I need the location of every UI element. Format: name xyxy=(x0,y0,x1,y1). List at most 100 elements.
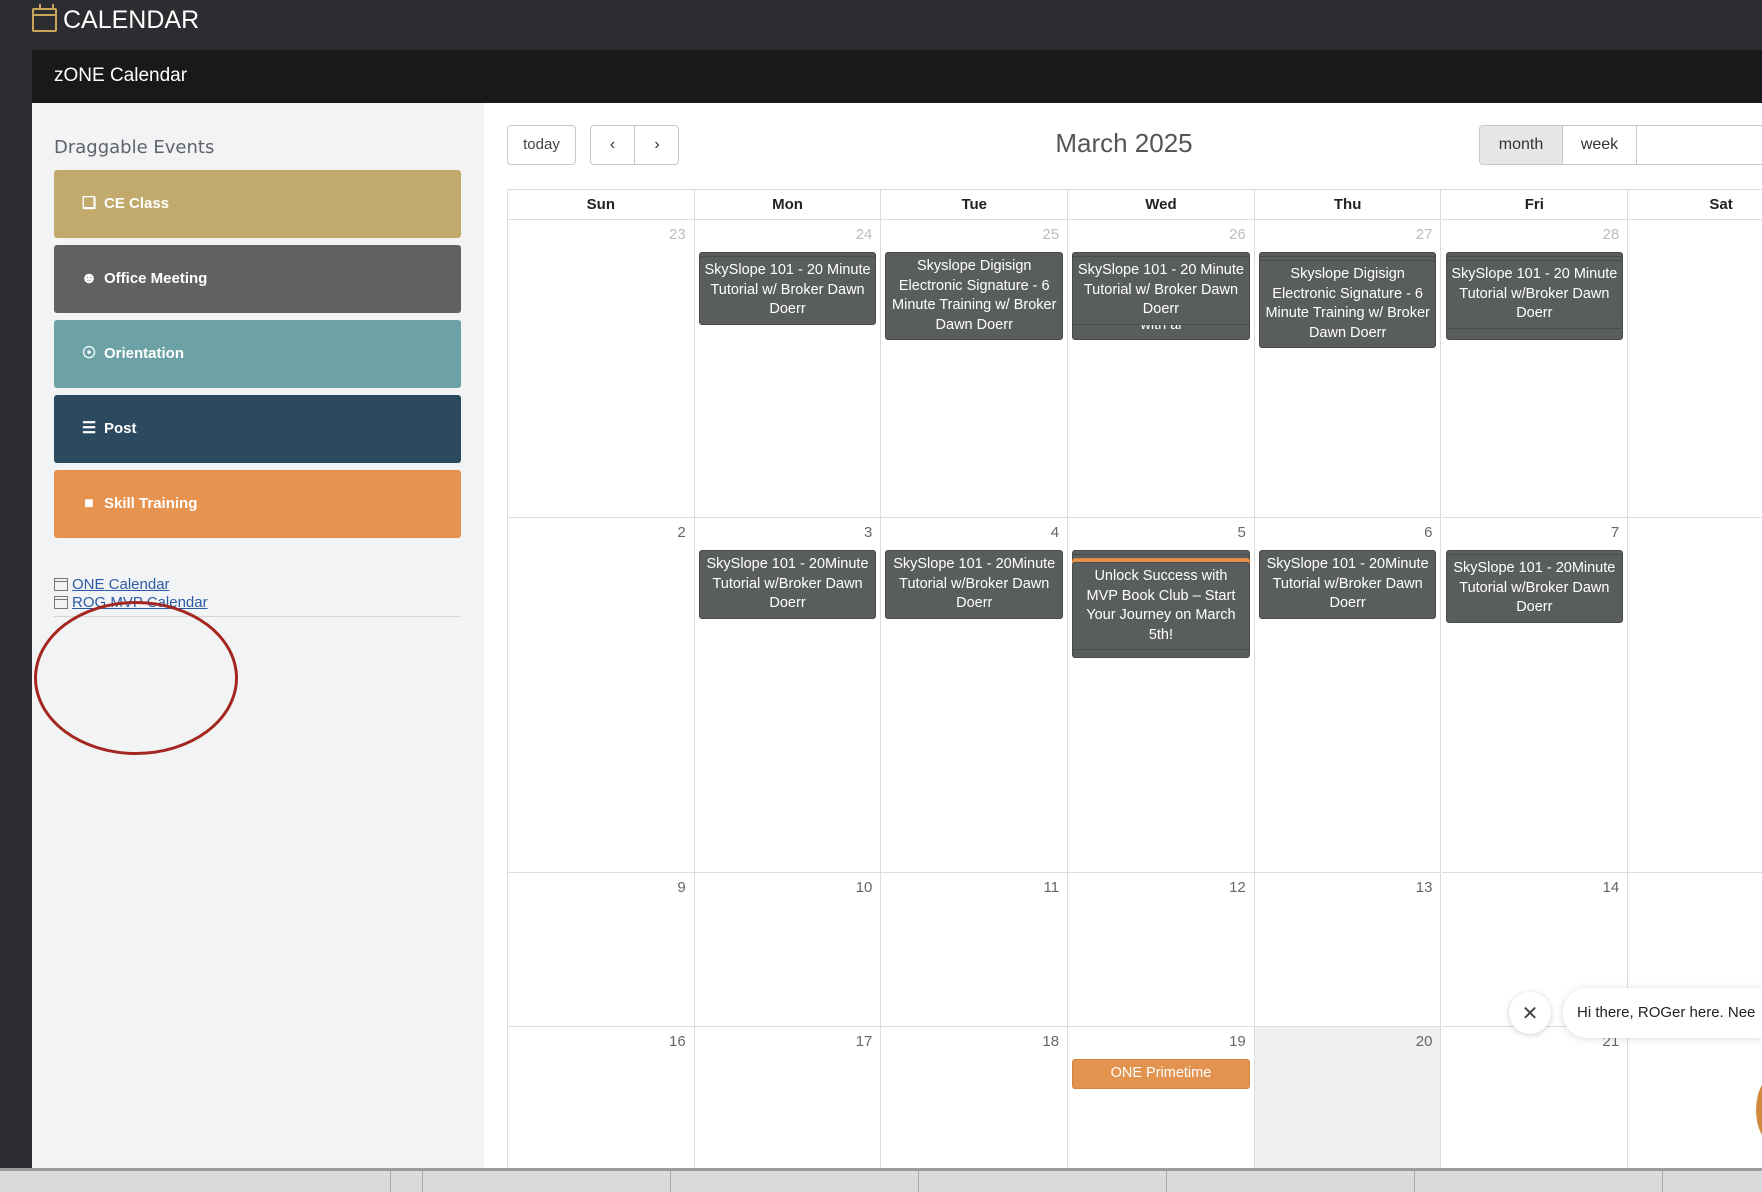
calendar-link-label[interactable]: ONE Calendar xyxy=(72,575,170,595)
app-title: CALENDAR xyxy=(63,6,200,34)
day-of-week-header: Wed xyxy=(1068,190,1255,220)
day-number: 27 xyxy=(1415,226,1433,243)
day-cell[interactable]: 7"Ask Derek" Live Q&A Coaching SessionSk… xyxy=(1441,518,1629,873)
calendar-event[interactable]: Skyslope Digisign Electronic Signature -… xyxy=(885,252,1064,340)
today-button[interactable]: today xyxy=(507,125,576,165)
day-cell[interactable]: 10 xyxy=(694,873,882,1027)
app-header: CALENDAR xyxy=(0,0,1762,44)
day-cell[interactable]: 4 SkySlope 101 - 20Minute Tutorial w/Brok… xyxy=(881,518,1069,873)
day-cell[interactable]: 25 Skyslope Digisign Electronic Signature… xyxy=(881,220,1069,518)
day-cell[interactable]: 20 xyxy=(1254,1027,1442,1190)
users-icon: ☻ xyxy=(80,270,98,287)
day-number: 13 xyxy=(1415,879,1433,896)
draggable-event-label: Office Meeting xyxy=(104,270,208,287)
calendar-event[interactable]: SkySlope 101 - 20Minute Tutorial w/Broke… xyxy=(885,550,1064,619)
panel-header: zONE Calendar xyxy=(32,50,1762,103)
day-number: 23 xyxy=(669,226,686,243)
day-cell[interactable]: 13 xyxy=(1254,873,1442,1027)
day-number: 16 xyxy=(669,1033,686,1050)
day-cell[interactable]: 21 xyxy=(1441,1027,1629,1190)
day-cell[interactable]: 27LIVE EXCLUSIVE TRAINING - Learn Facebo… xyxy=(1254,220,1442,518)
draggable-event[interactable]: ■ Skill Training xyxy=(54,470,461,538)
day-of-week-header: Mon xyxy=(694,190,882,220)
day-number: 4 xyxy=(1050,524,1060,541)
view-week-button[interactable]: week xyxy=(1563,126,1637,164)
day-cell[interactable]: 18 xyxy=(881,1027,1069,1190)
day-of-week-header: Sun xyxy=(508,190,695,220)
panel-title: zONE Calendar xyxy=(54,65,188,86)
day-number: 28 xyxy=(1602,226,1620,243)
sidebar: Draggable Events ❑ CE Class ☻ Office Meetin… xyxy=(32,103,484,1168)
calendar-event[interactable]: Unlock Success with MVP Book Club – Star… xyxy=(1072,562,1250,650)
calendar-event[interactable]: SkySlope 101 - 20 Minute Tutorial w/ Bro… xyxy=(1072,256,1250,325)
day-of-week-header: Sat xyxy=(1628,190,1762,220)
day-number: 6 xyxy=(1424,524,1433,541)
list-icon: ☰ xyxy=(81,420,97,437)
calendar-icon xyxy=(54,578,68,591)
calendar-icon xyxy=(54,596,68,609)
day-cell[interactable]: 16 xyxy=(508,1027,695,1190)
day-of-week-header: Thu xyxy=(1254,190,1442,220)
calendar-event[interactable]: Skyslope Digisign Electronic Signature -… xyxy=(1258,260,1437,348)
day-number: 19 xyxy=(1229,1033,1246,1050)
lightbulb-icon: ☉ xyxy=(81,345,97,362)
day-cell[interactable]: 28LIVE EXCLUSIVE TRAINING-Learn Facebook… xyxy=(1441,220,1629,518)
video-camera-icon: ■ xyxy=(84,495,94,512)
day-number: 26 xyxy=(1229,226,1246,243)
calendar-event[interactable]: SkySlope 101 - 20Minute Tutorial w/Broke… xyxy=(1258,550,1437,619)
chat-close-button[interactable]: ✕ xyxy=(1509,992,1551,1034)
calendar-event[interactable]: ONE Primetime xyxy=(1072,1059,1250,1089)
comments-icon: ❑ xyxy=(81,195,97,212)
day-number: 24 xyxy=(855,226,873,243)
day-cell[interactable]: 11 xyxy=(881,873,1069,1027)
calendar-event[interactable]: SkySlope 101 - 20 Minute Tutorial w/ Bro… xyxy=(698,256,877,325)
calendar-event[interactable]: SkySlope 101 - 20 Minute Tutorial w/Brok… xyxy=(1445,260,1624,329)
day-number: 7 xyxy=(1610,524,1620,541)
draggable-event[interactable]: ☻ Office Meeting xyxy=(54,245,461,313)
view-month-button[interactable]: month xyxy=(1480,126,1563,164)
nav-button-group: ‹ › xyxy=(590,125,679,165)
draggable-event-label: Skill Training xyxy=(104,495,198,512)
day-cell[interactable]: 3 SkySlope 101 - 20Minute Tutorial w/Brok… xyxy=(694,518,882,873)
day-number: 11 xyxy=(1043,879,1060,896)
day-number: 18 xyxy=(1042,1033,1060,1050)
next-button[interactable]: › xyxy=(635,126,678,164)
day-number: 9 xyxy=(677,879,686,896)
day-cell[interactable]: 2 xyxy=(508,518,695,873)
day-cell[interactable]: 12 xyxy=(1068,873,1255,1027)
draggable-event[interactable]: ☉ Orientation xyxy=(54,320,461,388)
month-grid: SunMonTueWedThuFriSat2324Redington Beach… xyxy=(507,189,1762,1190)
day-number: 25 xyxy=(1042,226,1060,243)
draggable-event-label: Post xyxy=(104,420,137,437)
day-cell[interactable]: 19 ONE Primetime xyxy=(1068,1027,1255,1190)
day-number: 17 xyxy=(855,1033,873,1050)
day-cell[interactable]: 5MVP Live Training Wed March 5th in Ft M… xyxy=(1068,518,1255,873)
draggable-event-label: Orientation xyxy=(104,345,185,362)
day-cell[interactable] xyxy=(1628,220,1762,518)
calendar-event[interactable]: SkySlope 101 - 20Minute Tutorial w/Broke… xyxy=(698,550,877,619)
day-cell[interactable]: 6 SkySlope 101 - 20Minute Tutorial w/Brok… xyxy=(1254,518,1442,873)
day-cell[interactable]: 23 xyxy=(508,220,695,518)
chat-message: Hi there, ROGer here. Nee xyxy=(1577,1004,1756,1021)
bottom-bar xyxy=(0,1168,1762,1192)
day-number: 5 xyxy=(1237,524,1246,541)
month-title: March 2025 xyxy=(1055,128,1193,158)
day-cell[interactable]: 24Redington Beach!SkySlope 101 - 20 Minu… xyxy=(694,220,882,518)
day-number: 12 xyxy=(1229,879,1246,896)
day-cell[interactable]: 9 xyxy=(508,873,695,1027)
chat-bubble[interactable]: Hi there, ROGer here. Nee xyxy=(1563,988,1762,1038)
draggable-event[interactable]: ❑ CE Class xyxy=(54,170,461,238)
day-cell[interactable] xyxy=(1628,1027,1762,1190)
day-cell[interactable]: 17 xyxy=(694,1027,882,1190)
draggable-events-title: Draggable Events xyxy=(54,137,215,158)
day-of-week-header: Tue xyxy=(881,190,1069,220)
prev-button[interactable]: ‹ xyxy=(591,126,635,164)
calendar-event[interactable]: SkySlope 101 - 20Minute Tutorial w/Broke… xyxy=(1445,554,1624,623)
day-cell[interactable] xyxy=(1628,518,1762,873)
annotation-circle xyxy=(34,601,238,755)
draggable-event[interactable]: ☰ Post xyxy=(54,395,461,463)
day-number: 2 xyxy=(677,524,686,541)
draggable-event-label: CE Class xyxy=(104,195,170,212)
view-button-group: month week xyxy=(1479,125,1762,165)
day-cell[interactable]: 26LIVE EXCLUSIVE TRAINING - Learn Facebo… xyxy=(1068,220,1255,518)
